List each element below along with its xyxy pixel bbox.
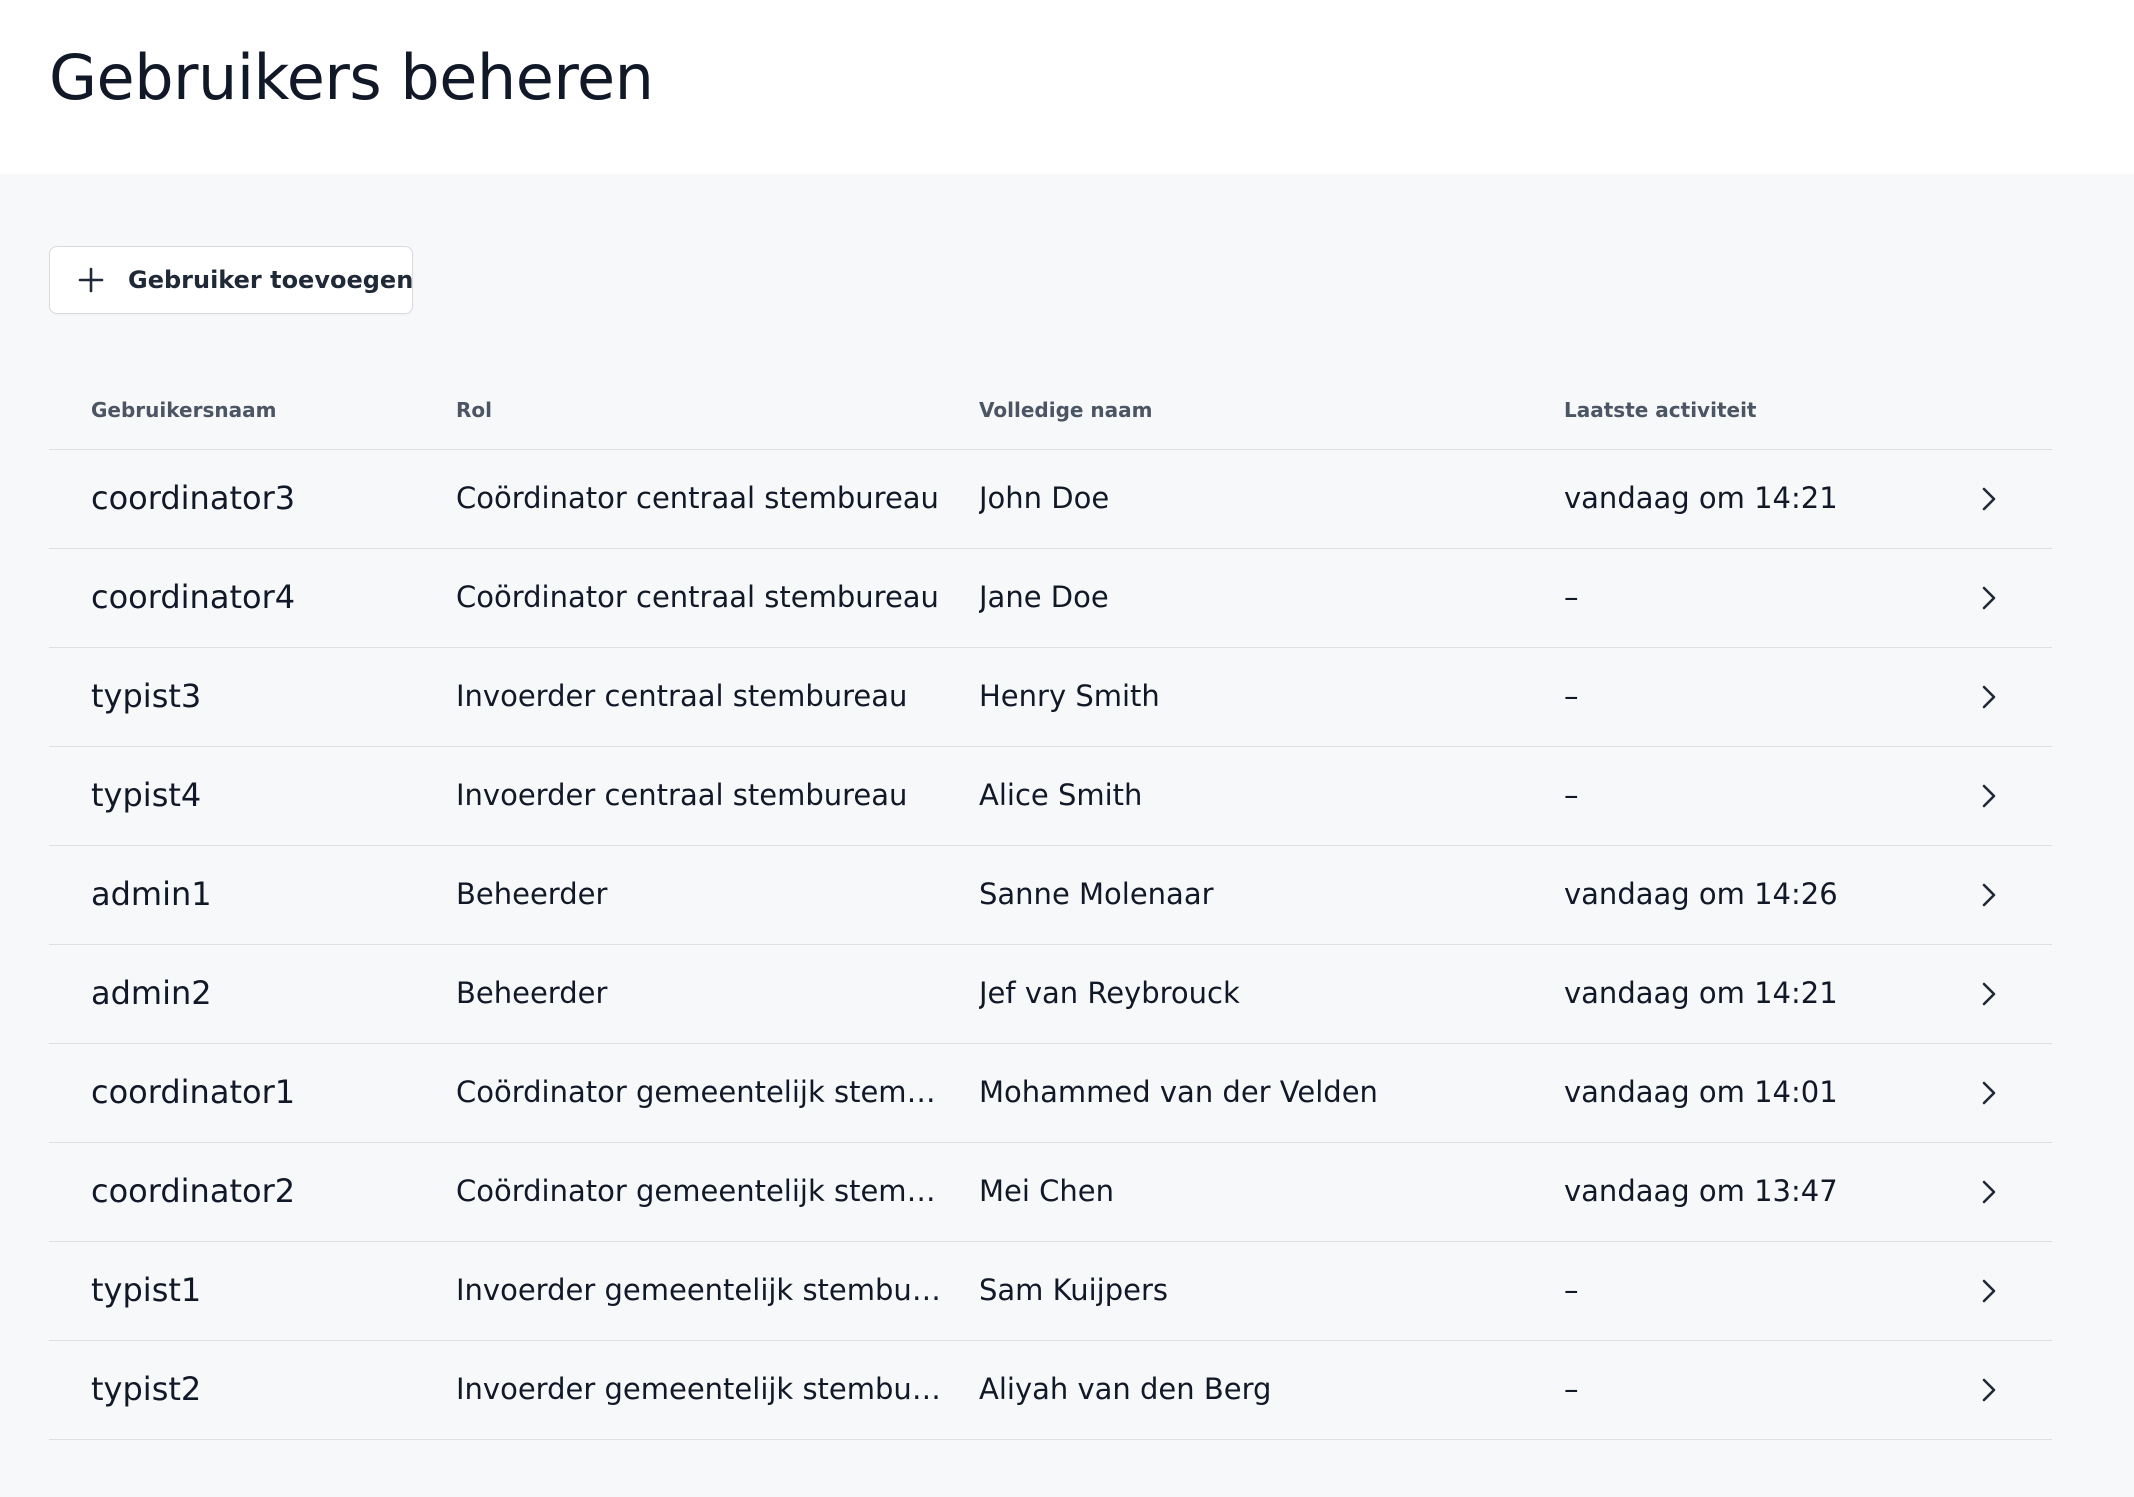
table-row[interactable]: typist1 Invoerder gemeentelijk stembur...… bbox=[49, 1242, 2052, 1341]
page-title: Gebruikers beheren bbox=[49, 41, 654, 114]
cell-last-activity: – bbox=[1564, 1273, 1579, 1307]
cell-fullname: Jef van Reybrouck bbox=[979, 976, 1240, 1010]
cell-last-activity: – bbox=[1564, 580, 1579, 614]
cell-fullname: John Doe bbox=[979, 481, 1110, 515]
cell-username: coordinator3 bbox=[91, 479, 296, 517]
cell-username: admin2 bbox=[91, 974, 212, 1012]
cell-last-activity: vandaag om 14:26 bbox=[1564, 877, 1838, 911]
cell-username: typist3 bbox=[91, 677, 202, 715]
cell-fullname: Sam Kuijpers bbox=[979, 1273, 1168, 1307]
cell-username: typist2 bbox=[91, 1370, 202, 1408]
cell-fullname: Jane Doe bbox=[979, 580, 1109, 614]
chevron-right-icon[interactable] bbox=[1976, 882, 2002, 908]
cell-username: typist1 bbox=[91, 1271, 202, 1309]
column-header-username: Gebruikersnaam bbox=[91, 398, 277, 422]
add-user-button[interactable]: Gebruiker toevoegen bbox=[49, 246, 413, 314]
cell-last-activity: – bbox=[1564, 679, 1579, 713]
chevron-right-icon[interactable] bbox=[1976, 1179, 2002, 1205]
cell-role: Coördinator centraal stembureau bbox=[456, 580, 939, 614]
cell-username: coordinator2 bbox=[91, 1172, 296, 1210]
add-user-button-label: Gebruiker toevoegen bbox=[128, 266, 414, 294]
cell-role: Coördinator gemeentelijk stemb... bbox=[456, 1075, 942, 1109]
cell-role: Invoerder gemeentelijk stembur... bbox=[456, 1273, 942, 1307]
chevron-right-icon[interactable] bbox=[1976, 684, 2002, 710]
table-row[interactable]: typist4 Invoerder centraal stembureau Alic… bbox=[49, 747, 2052, 846]
cell-fullname: Alice Smith bbox=[979, 778, 1143, 812]
cell-last-activity: vandaag om 14:01 bbox=[1564, 1075, 1838, 1109]
users-table: Gebruikersnaam Rol Volledige naam Laatst… bbox=[49, 370, 2052, 1440]
chevron-right-icon[interactable] bbox=[1976, 1377, 2002, 1403]
cell-username: typist4 bbox=[91, 776, 202, 814]
cell-last-activity: – bbox=[1564, 778, 1579, 812]
chevron-right-icon[interactable] bbox=[1976, 486, 2002, 512]
column-header-role: Rol bbox=[456, 398, 492, 422]
plus-icon bbox=[78, 265, 104, 295]
cell-fullname: Aliyah van den Berg bbox=[979, 1372, 1272, 1406]
table-row[interactable]: typist3 Invoerder centraal stembureau Henr… bbox=[49, 648, 2052, 747]
cell-username: coordinator1 bbox=[91, 1073, 296, 1111]
cell-last-activity: – bbox=[1564, 1372, 1579, 1406]
table-row[interactable]: coordinator3 Coördinator centraal stembur… bbox=[49, 450, 2052, 549]
cell-last-activity: vandaag om 14:21 bbox=[1564, 481, 1838, 515]
table-row[interactable]: coordinator1 Coördinator gemeentelijk ste… bbox=[49, 1044, 2052, 1143]
cell-fullname: Henry Smith bbox=[979, 679, 1160, 713]
cell-role: Coördinator centraal stembureau bbox=[456, 481, 939, 515]
chevron-right-icon[interactable] bbox=[1976, 1278, 2002, 1304]
cell-fullname: Mohammed van der Velden bbox=[979, 1075, 1378, 1109]
table-row[interactable]: coordinator2 Coördinator gemeentelijk ste… bbox=[49, 1143, 2052, 1242]
chevron-right-icon[interactable] bbox=[1976, 585, 2002, 611]
chevron-right-icon[interactable] bbox=[1976, 1080, 2002, 1106]
column-header-fullname: Volledige naam bbox=[979, 398, 1153, 422]
table-body: coordinator3 Coördinator centraal stembur… bbox=[49, 450, 2052, 1440]
table-header: Gebruikersnaam Rol Volledige naam Laatst… bbox=[49, 370, 2052, 450]
cell-role: Invoerder centraal stembureau bbox=[456, 679, 908, 713]
cell-username: admin1 bbox=[91, 875, 212, 913]
cell-role: Invoerder centraal stembureau bbox=[456, 778, 908, 812]
cell-role: Coördinator gemeentelijk stemb... bbox=[456, 1174, 942, 1208]
cell-fullname: Mei Chen bbox=[979, 1174, 1114, 1208]
chevron-right-icon[interactable] bbox=[1976, 783, 2002, 809]
cell-role: Beheerder bbox=[456, 877, 608, 911]
chevron-right-icon[interactable] bbox=[1976, 981, 2002, 1007]
cell-last-activity: vandaag om 13:47 bbox=[1564, 1174, 1838, 1208]
table-row[interactable]: admin1 Beheerder Sanne Molenaar vandaag om … bbox=[49, 846, 2052, 945]
page-header: Gebruikers beheren bbox=[0, 0, 2134, 174]
table-row[interactable]: typist2 Invoerder gemeentelijk stembur...… bbox=[49, 1341, 2052, 1440]
table-row[interactable]: admin2 Beheerder Jef van Reybrouck vandaag … bbox=[49, 945, 2052, 1044]
cell-username: coordinator4 bbox=[91, 578, 296, 616]
column-header-last-activity: Laatste activiteit bbox=[1564, 398, 1757, 422]
cell-fullname: Sanne Molenaar bbox=[979, 877, 1214, 911]
table-row[interactable]: coordinator4 Coördinator centraal stembur… bbox=[49, 549, 2052, 648]
cell-last-activity: vandaag om 14:21 bbox=[1564, 976, 1838, 1010]
cell-role: Invoerder gemeentelijk stembur... bbox=[456, 1372, 942, 1406]
cell-role: Beheerder bbox=[456, 976, 608, 1010]
